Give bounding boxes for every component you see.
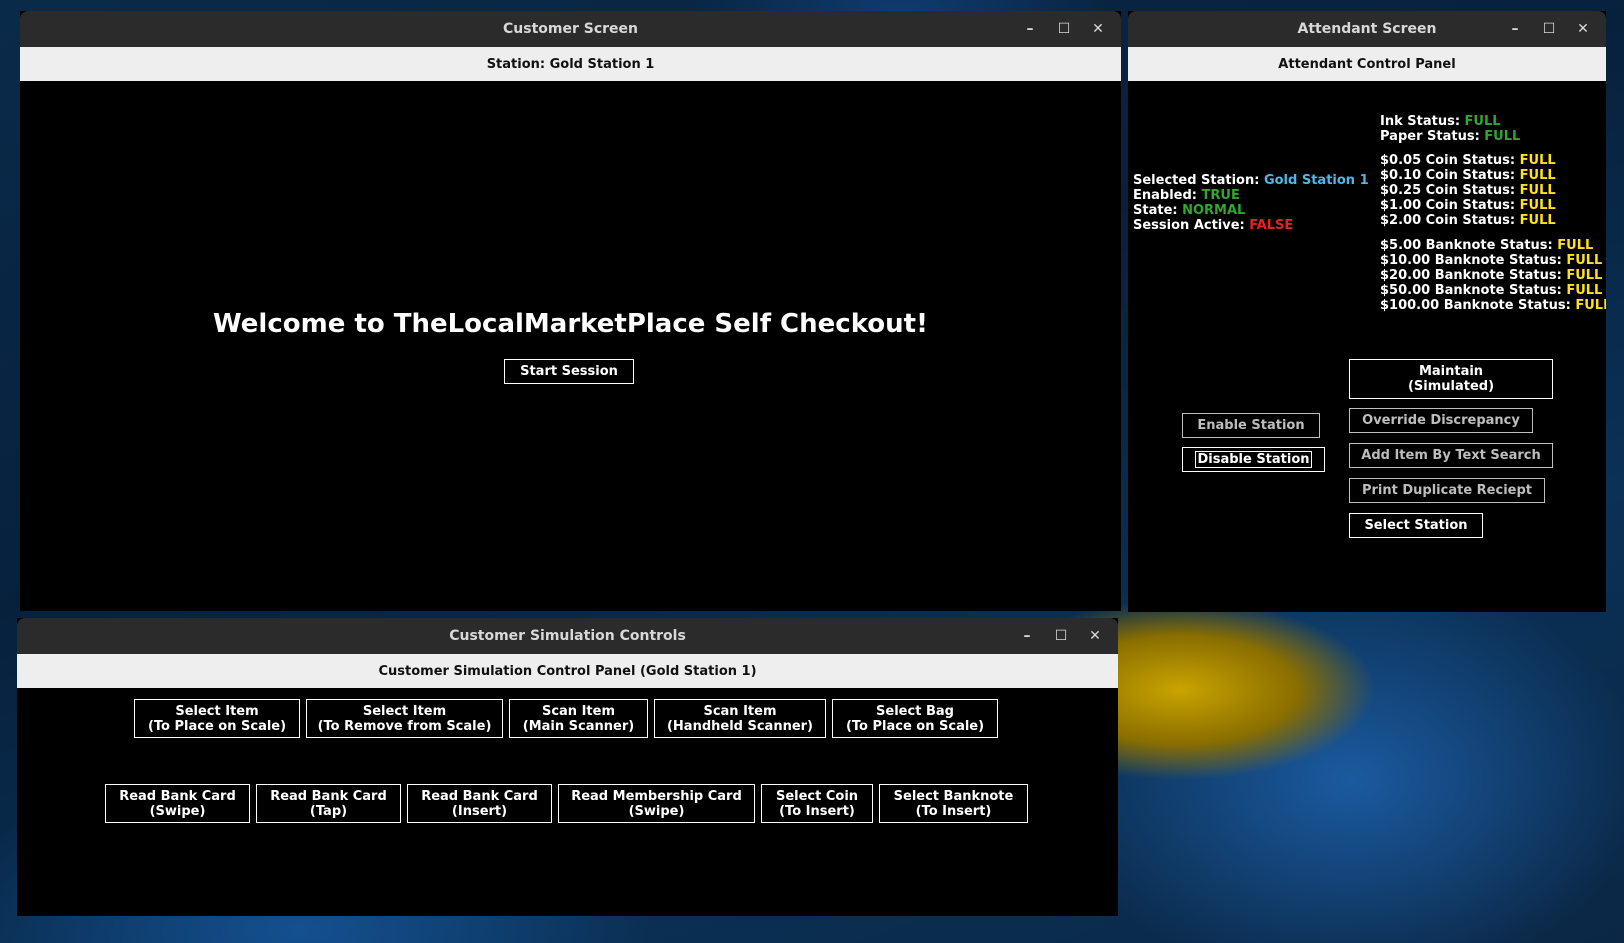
coin-status-200: $2.00 Coin Status: FULL [1380, 213, 1556, 228]
customer-screen-titlebar[interactable]: Customer Screen – ☐ ✕ [20, 11, 1121, 47]
select-bag-button[interactable]: Select Bag (To Place on Scale) [832, 699, 998, 738]
state-line: State: NORMAL [1133, 203, 1246, 218]
maximize-icon[interactable]: ☐ [1046, 622, 1076, 650]
read-membership-card-button[interactable]: Read Membership Card (Swipe) [558, 784, 755, 823]
select-coin-button[interactable]: Select Coin (To Insert) [761, 784, 873, 823]
banknote-status-50: $50.00 Banknote Status: FULL [1380, 283, 1603, 298]
coin-status-025: $0.25 Coin Status: FULL [1380, 183, 1556, 198]
attendant-content: Selected Station: Gold Station 1 Enabled… [1128, 81, 1606, 612]
simulation-panel-title: Customer Simulation Control Panel (Gold … [17, 654, 1118, 688]
enable-station-button[interactable]: Enable Station [1182, 413, 1320, 438]
coin-status-100: $1.00 Coin Status: FULL [1380, 198, 1556, 213]
start-session-label: Start Session [520, 364, 618, 379]
window-title: Attendant Screen [1297, 21, 1437, 37]
selected-station-value: Gold Station 1 [1263, 173, 1369, 188]
enabled-value: TRUE [1201, 188, 1240, 203]
select-banknote-button[interactable]: Select Banknote (To Insert) [879, 784, 1028, 823]
ink-status-line: Ink Status: FULL [1380, 114, 1501, 129]
window-title: Customer Screen [503, 21, 638, 37]
banknote-status-20: $20.00 Banknote Status: FULL [1380, 268, 1603, 283]
close-icon[interactable]: ✕ [1568, 15, 1598, 43]
session-active-value: FALSE [1249, 218, 1294, 233]
disable-station-button[interactable]: Disable Station [1182, 447, 1325, 472]
close-icon[interactable]: ✕ [1083, 15, 1113, 43]
coin-status-005: $0.05 Coin Status: FULL [1380, 153, 1556, 168]
attendant-screen-window: Attendant Screen – ☐ ✕ Attendant Control… [1128, 11, 1606, 612]
start-session-button[interactable]: Start Session [504, 359, 634, 384]
simulation-content: Select Item (To Place on Scale) Select I… [17, 688, 1118, 916]
simulation-controls-titlebar[interactable]: Customer Simulation Controls – ☐ ✕ [17, 618, 1118, 654]
minimize-icon[interactable]: – [1500, 15, 1530, 43]
read-bank-card-insert-button[interactable]: Read Bank Card (Insert) [407, 784, 552, 823]
minimize-icon[interactable]: – [1015, 15, 1045, 43]
station-label: Station: Gold Station 1 [20, 47, 1121, 81]
selected-station-line: Selected Station: Gold Station 1 [1133, 173, 1369, 188]
welcome-message: Welcome to TheLocalMarketPlace Self Chec… [213, 309, 928, 339]
banknote-status-5: $5.00 Banknote Status: FULL [1380, 238, 1594, 253]
session-active-line: Session Active: FALSE [1133, 218, 1294, 233]
window-title: Customer Simulation Controls [449, 628, 686, 644]
override-discrepancy-button[interactable]: Override Discrepancy [1349, 408, 1533, 433]
banknote-status-10: $10.00 Banknote Status: FULL [1380, 253, 1603, 268]
maximize-icon[interactable]: ☐ [1049, 15, 1079, 43]
maximize-icon[interactable]: ☐ [1534, 15, 1564, 43]
minimize-icon[interactable]: – [1012, 622, 1042, 650]
print-duplicate-receipt-button[interactable]: Print Duplicate Reciept [1349, 478, 1545, 503]
select-station-button[interactable]: Select Station [1349, 513, 1483, 538]
customer-content: Welcome to TheLocalMarketPlace Self Chec… [20, 81, 1121, 611]
select-item-remove-button[interactable]: Select Item (To Remove from Scale) [306, 699, 503, 738]
enabled-line: Enabled: TRUE [1133, 188, 1240, 203]
state-value: NORMAL [1182, 203, 1246, 218]
attendant-screen-titlebar[interactable]: Attendant Screen – ☐ ✕ [1128, 11, 1606, 47]
paper-status-line: Paper Status: FULL [1380, 129, 1521, 144]
banknote-status-100: $100.00 Banknote Status: FULL [1380, 298, 1606, 313]
read-bank-card-swipe-button[interactable]: Read Bank Card (Swipe) [105, 784, 250, 823]
close-icon[interactable]: ✕ [1080, 622, 1110, 650]
coin-status-010: $0.10 Coin Status: FULL [1380, 168, 1556, 183]
add-item-text-search-button[interactable]: Add Item By Text Search [1349, 443, 1553, 468]
simulation-controls-window: Customer Simulation Controls – ☐ ✕ Custo… [17, 618, 1118, 916]
select-item-place-button[interactable]: Select Item (To Place on Scale) [134, 699, 300, 738]
maintain-simulated-button[interactable]: Maintain (Simulated) [1349, 359, 1553, 399]
customer-screen-window: Customer Screen – ☐ ✕ Station: Gold Stat… [20, 11, 1121, 611]
read-bank-card-tap-button[interactable]: Read Bank Card (Tap) [256, 784, 401, 823]
scan-item-handheld-button[interactable]: Scan Item (Handheld Scanner) [654, 699, 826, 738]
scan-item-main-button[interactable]: Scan Item (Main Scanner) [509, 699, 648, 738]
attendant-panel-title: Attendant Control Panel [1128, 47, 1606, 81]
